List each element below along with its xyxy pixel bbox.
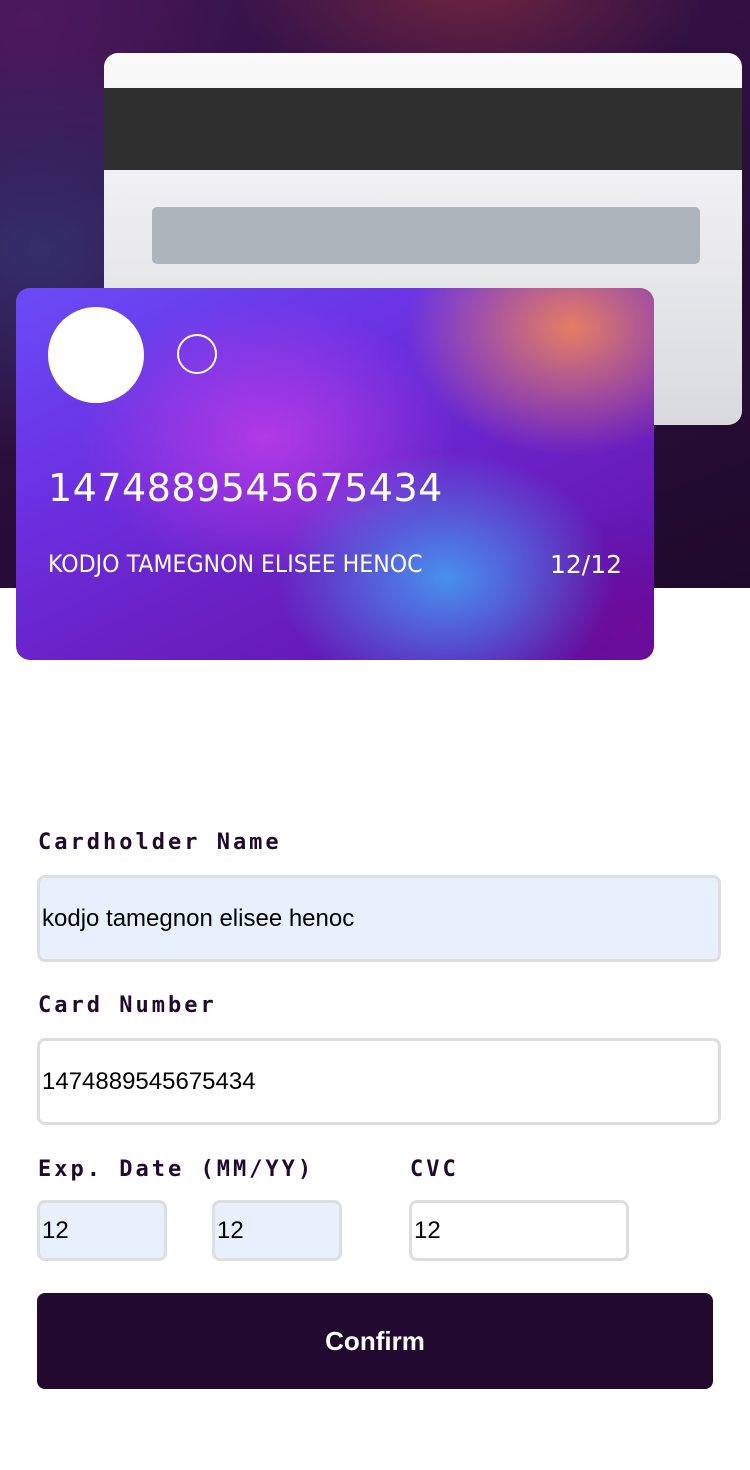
card-logo-circle-outline-icon: [177, 334, 217, 374]
card-front: 1474889545675434 KODJO TAMEGNON ELISEE H…: [16, 288, 654, 660]
card-preview-expiry: 12/12: [549, 550, 622, 579]
card-logo-circle-filled-icon: [48, 307, 144, 403]
cardholder-name-input[interactable]: [37, 875, 721, 962]
confirm-button[interactable]: Confirm: [37, 1293, 713, 1389]
exp-month-input[interactable]: [37, 1200, 167, 1261]
signature-panel: [152, 207, 700, 264]
card-preview-number: 1474889545675434: [48, 466, 443, 510]
card-number-input[interactable]: [37, 1038, 721, 1125]
cardholder-name-label: Cardholder Name: [38, 830, 282, 855]
exp-year-input[interactable]: [212, 1200, 342, 1261]
cvc-input[interactable]: [409, 1200, 629, 1261]
exp-date-label: Exp. Date (MM/YY): [38, 1157, 315, 1182]
magnetic-stripe: [104, 88, 742, 170]
card-number-label: Card Number: [38, 993, 217, 1018]
card-preview-holder: KODJO TAMEGNON ELISEE HENOC: [48, 550, 423, 578]
cvc-label: CVC: [410, 1157, 459, 1182]
